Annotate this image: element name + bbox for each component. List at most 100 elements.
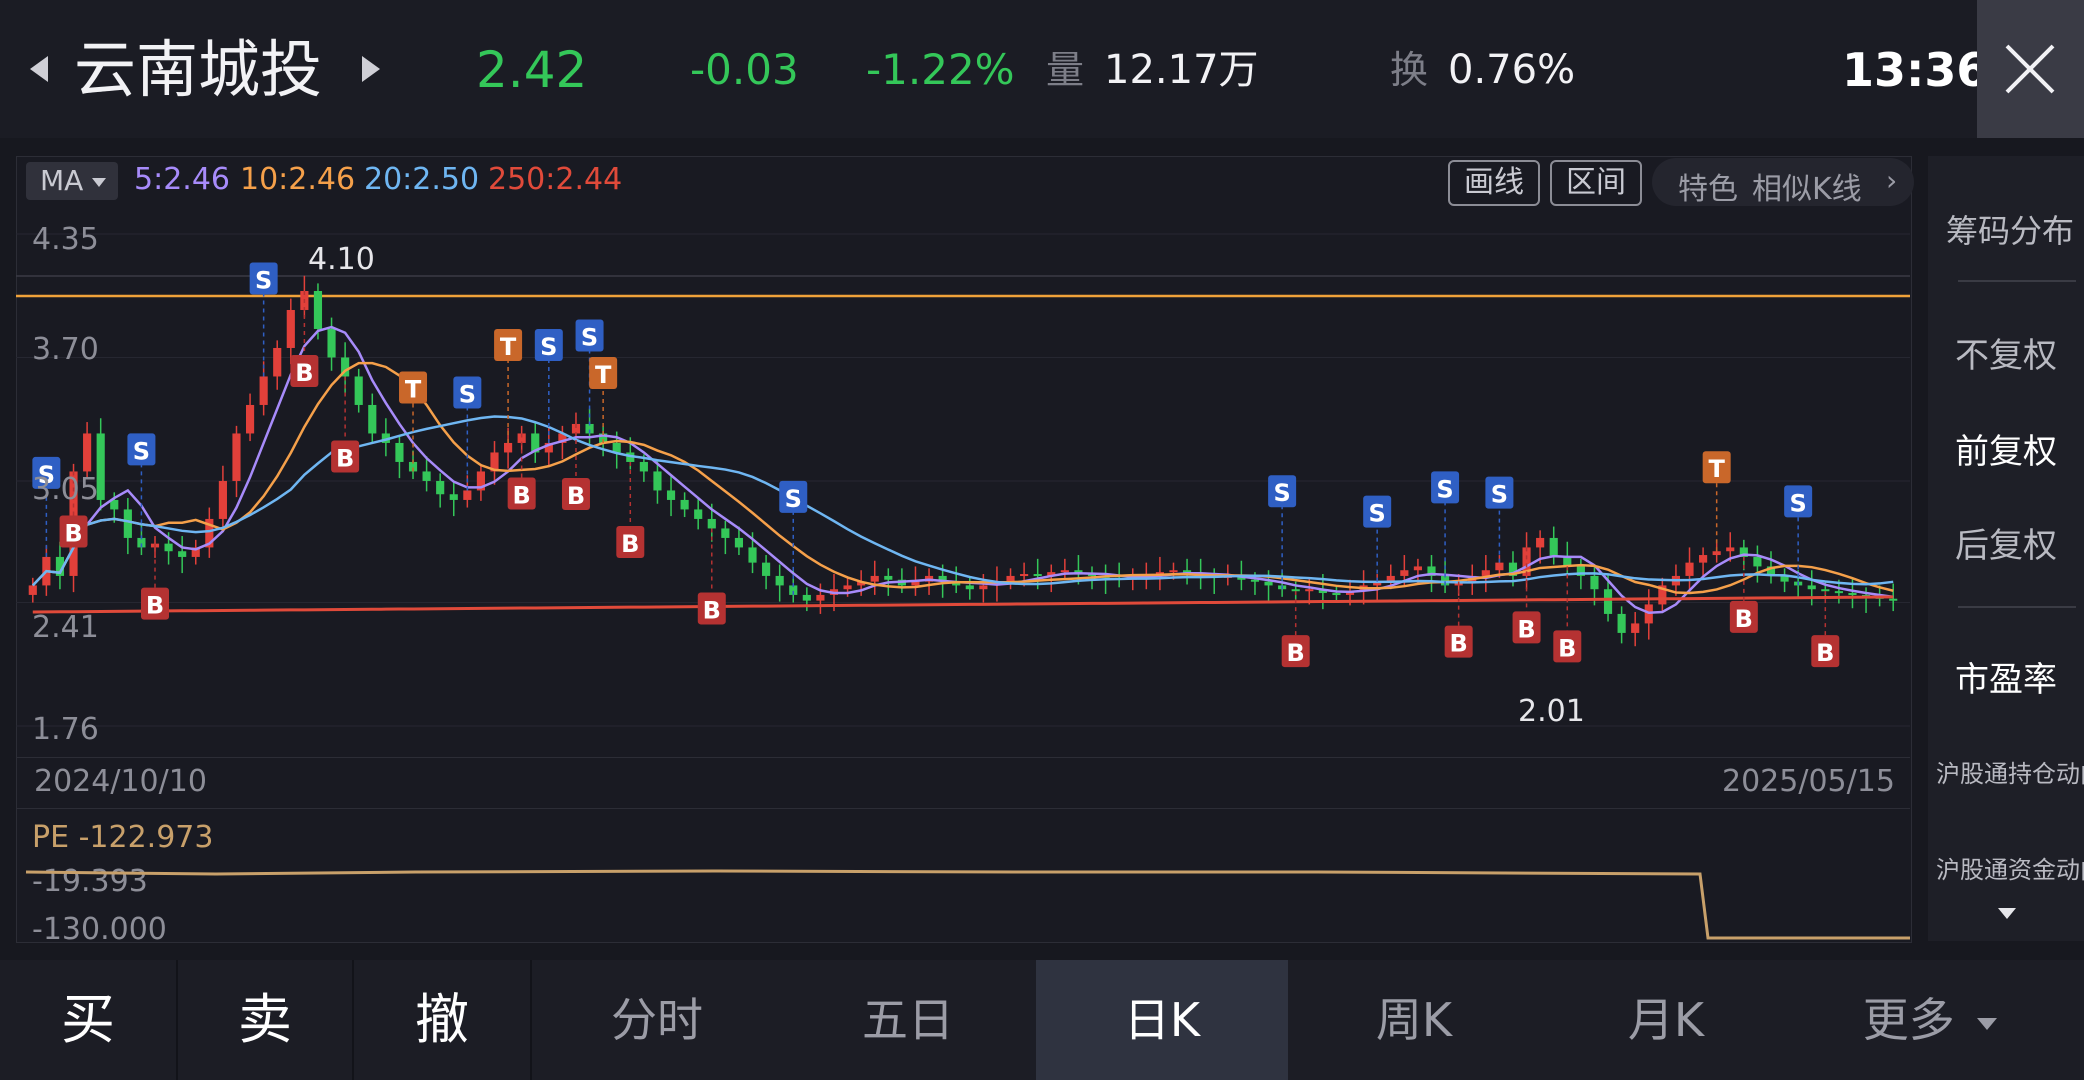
candle-body (775, 575, 784, 586)
candle-body (843, 585, 852, 590)
tab-intraday[interactable]: 分时 (532, 960, 782, 1080)
pe-line (25, 869, 1910, 940)
candle-body (1631, 623, 1640, 633)
next-stock-icon[interactable] (362, 56, 380, 82)
tab-five-day[interactable]: 五日 (782, 960, 1034, 1080)
candle-body (1821, 589, 1830, 592)
candle-body (1699, 555, 1708, 563)
candle-body (666, 490, 676, 500)
interval-button[interactable]: 区间 (1550, 160, 1642, 206)
signal-badge-label: B (1517, 615, 1535, 643)
candle-body (218, 480, 227, 519)
signal-badge-label: B (1287, 639, 1305, 667)
candle-body (1413, 566, 1422, 571)
signal-badge-label: B (146, 592, 164, 620)
candle-body (273, 347, 282, 377)
forward-adjust-option[interactable]: 前复权 (1928, 424, 2084, 473)
tab-daily-k[interactable]: 日K (1036, 960, 1288, 1080)
candle-body (83, 433, 92, 472)
candle-body (1726, 547, 1735, 552)
close-icon (2005, 44, 2055, 94)
price-axis-lower: 2.41 (32, 610, 99, 645)
chip-distribution-button[interactable]: 筹码分布 (1946, 206, 2084, 252)
sidebar-divider (1958, 606, 2076, 608)
signal-badge-label: B (295, 359, 313, 387)
candle-body (28, 585, 37, 595)
candle-body (1495, 562, 1504, 571)
candle-body (1889, 598, 1898, 601)
candle-body (762, 562, 771, 576)
candle-body (816, 594, 825, 601)
hk-connect-funds-option[interactable]: 沪股通资金动向 (1936, 850, 2084, 885)
candle-body (1807, 585, 1816, 590)
candle-body (1332, 593, 1341, 596)
sell-button[interactable]: 卖 (178, 960, 352, 1080)
similar-kline-link[interactable]: 特色 相似K线 › (1652, 158, 1914, 207)
candle-body (395, 442, 404, 462)
candle-body (1834, 591, 1843, 594)
candle-body (707, 518, 716, 529)
candle-body (653, 471, 662, 491)
signal-badge-label: B (64, 519, 82, 547)
ma-selector[interactable]: MA (26, 162, 118, 200)
tab-more[interactable]: 更多 (1800, 960, 2060, 1080)
pe-ratio-option[interactable]: 市盈率 (1928, 652, 2084, 701)
tab-monthly-k[interactable]: 月K (1540, 960, 1792, 1080)
similar-kline-label: 相似K线 (1752, 172, 1862, 207)
candle-body (313, 290, 323, 329)
previous-stock-icon[interactable] (30, 56, 48, 82)
buy-button[interactable]: 买 (0, 960, 176, 1080)
hk-connect-holding-option[interactable]: 沪股通持仓动向 (1936, 754, 2084, 789)
candle-body (286, 309, 295, 348)
draw-line-button[interactable]: 画线 (1448, 160, 1540, 206)
backward-adjust-option[interactable]: 后复权 (1928, 518, 2084, 567)
date-axis-end: 2025/05/15 (1722, 764, 1895, 799)
candle-body (1753, 556, 1762, 567)
candle-body (368, 404, 377, 434)
high-marker-label: 4.10 (308, 242, 375, 277)
candle-body (1006, 575, 1015, 582)
more-label: 更多 (1862, 993, 1955, 1047)
candle-body (748, 547, 757, 563)
date-axis-row (16, 757, 1910, 809)
candle-body (1712, 551, 1721, 556)
candle-body (870, 575, 879, 582)
signal-badge-label: S (785, 485, 802, 513)
candle-body (1848, 593, 1857, 596)
candle-body (449, 494, 458, 500)
signal-badge-label: T (500, 333, 517, 361)
turnover-label: 换 (1390, 48, 1429, 92)
candle-body (327, 328, 336, 358)
candle-body (1536, 537, 1545, 548)
expand-down-icon[interactable] (1998, 908, 2016, 919)
change-percent: -1.22% (866, 45, 1015, 94)
signal-badge-label: T (1708, 455, 1725, 483)
candle-body (721, 528, 730, 538)
candle-body (422, 471, 431, 481)
chevron-down-icon (1977, 1017, 1998, 1030)
ma250-value: 250:2.44 (488, 162, 623, 197)
candle-body (734, 537, 744, 548)
signal-badge-label: S (1273, 479, 1290, 507)
signal-badge-label: S (255, 266, 272, 294)
candle-body (354, 376, 363, 405)
candle-body (232, 433, 241, 481)
close-button[interactable] (1977, 0, 2084, 138)
bottom-action-bar: 买 卖 撤 分时 五日 日K 周K 月K 更多 (0, 960, 2084, 1080)
kline-chart[interactable]: SBSBSBBT STBSBSTBBS SBSSBSBBTBSB (16, 206, 1910, 756)
turnover-value: 0.76% (1448, 47, 1576, 93)
candle-body (1400, 570, 1409, 576)
candle-body (680, 499, 689, 510)
indicator-sidebar: 筹码分布 不复权 前复权 后复权 市盈率 沪股通持仓动向 沪股通资金动向 (1928, 156, 2084, 941)
signal-badge-label: S (1369, 500, 1386, 528)
signal-badge-label: T (595, 361, 612, 389)
candle-body (178, 551, 187, 557)
tab-weekly-k[interactable]: 周K (1288, 960, 1540, 1080)
signal-badge-label: B (336, 444, 354, 472)
price-axis-bottom: 1.76 (32, 712, 99, 747)
no-adjust-option[interactable]: 不复权 (1928, 328, 2084, 377)
signal-badge-label: S (133, 437, 150, 465)
ma10-value: 10:2.46 (240, 162, 356, 197)
cancel-order-button[interactable]: 撤 (354, 960, 530, 1080)
stock-name[interactable]: 云南城投 (74, 30, 322, 110)
